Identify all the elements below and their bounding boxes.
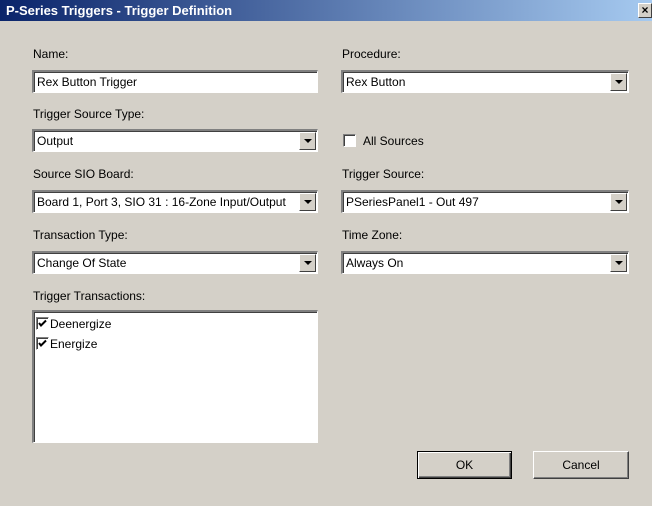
ok-button[interactable]: OK <box>417 451 512 479</box>
trigger-source-dropdown-button[interactable] <box>610 193 627 211</box>
deenergize-label: Deenergize <box>50 316 112 331</box>
chevron-down-icon <box>304 200 312 204</box>
trigger-source-value: PSeriesPanel1 - Out 497 <box>346 195 479 209</box>
time-zone-dropdown[interactable]: Always On <box>341 251 629 274</box>
procedure-label: Procedure: <box>342 47 401 61</box>
window-title: P-Series Triggers - Trigger Definition <box>6 3 233 18</box>
name-field[interactable]: Rex Button Trigger <box>32 70 318 93</box>
all-sources-checkbox[interactable] <box>343 134 356 147</box>
trigger-source-type-value: Output <box>37 134 74 148</box>
trigger-transactions-label: Trigger Transactions: <box>33 289 146 303</box>
chevron-down-icon <box>615 200 623 204</box>
trigger-transactions-list[interactable]: Deenergize Energize <box>32 310 318 443</box>
list-item-energize[interactable]: Energize <box>36 336 97 354</box>
checkmark-icon <box>38 340 47 348</box>
transaction-type-value: Change Of State <box>37 256 127 270</box>
source-sio-board-value: Board 1, Port 3, SIO 31 : 16-Zone Input/… <box>37 195 286 209</box>
cancel-button[interactable]: Cancel <box>533 451 629 479</box>
energize-label: Energize <box>50 336 98 351</box>
checkmark-icon <box>38 320 47 328</box>
energize-checkbox[interactable] <box>36 337 49 351</box>
list-item-deenergize[interactable]: Deenergize <box>36 316 111 334</box>
deenergize-checkbox[interactable] <box>36 317 49 331</box>
trigger-source-type-dropdown[interactable]: Output <box>32 129 318 152</box>
name-value: Rex Button Trigger <box>37 75 138 89</box>
chevron-down-icon <box>304 261 312 265</box>
time-zone-label: Time Zone: <box>342 228 403 242</box>
procedure-dropdown[interactable]: Rex Button <box>341 70 629 93</box>
trigger-source-label: Trigger Source: <box>342 167 425 181</box>
source-sio-board-dropdown[interactable]: Board 1, Port 3, SIO 31 : 16-Zone Input/… <box>32 190 318 213</box>
transaction-type-dropdown-button[interactable] <box>299 254 316 272</box>
source-sio-board-dropdown-button[interactable] <box>299 193 316 211</box>
time-zone-dropdown-button[interactable] <box>610 254 627 272</box>
transaction-type-dropdown[interactable]: Change Of State <box>32 251 318 274</box>
transaction-type-label: Transaction Type: <box>33 228 128 242</box>
dialog-body: Name: Rex Button Trigger Trigger Source … <box>12 22 652 506</box>
title-bar[interactable]: P-Series Triggers - Trigger Definition × <box>0 0 652 21</box>
trigger-source-dropdown[interactable]: PSeriesPanel1 - Out 497 <box>341 190 629 213</box>
procedure-value: Rex Button <box>346 75 406 89</box>
trigger-source-type-dropdown-button[interactable] <box>299 132 316 150</box>
all-sources-label[interactable]: All Sources <box>363 134 424 148</box>
name-label: Name: <box>33 47 69 61</box>
close-icon: × <box>641 3 649 17</box>
close-button[interactable]: × <box>638 3 652 18</box>
chevron-down-icon <box>615 261 623 265</box>
time-zone-value: Always On <box>346 256 404 270</box>
chevron-down-icon <box>304 139 312 143</box>
trigger-source-type-label: Trigger Source Type: <box>33 107 145 121</box>
procedure-dropdown-button[interactable] <box>610 73 627 91</box>
chevron-down-icon <box>615 80 623 84</box>
source-sio-board-label: Source SIO Board: <box>33 167 134 181</box>
